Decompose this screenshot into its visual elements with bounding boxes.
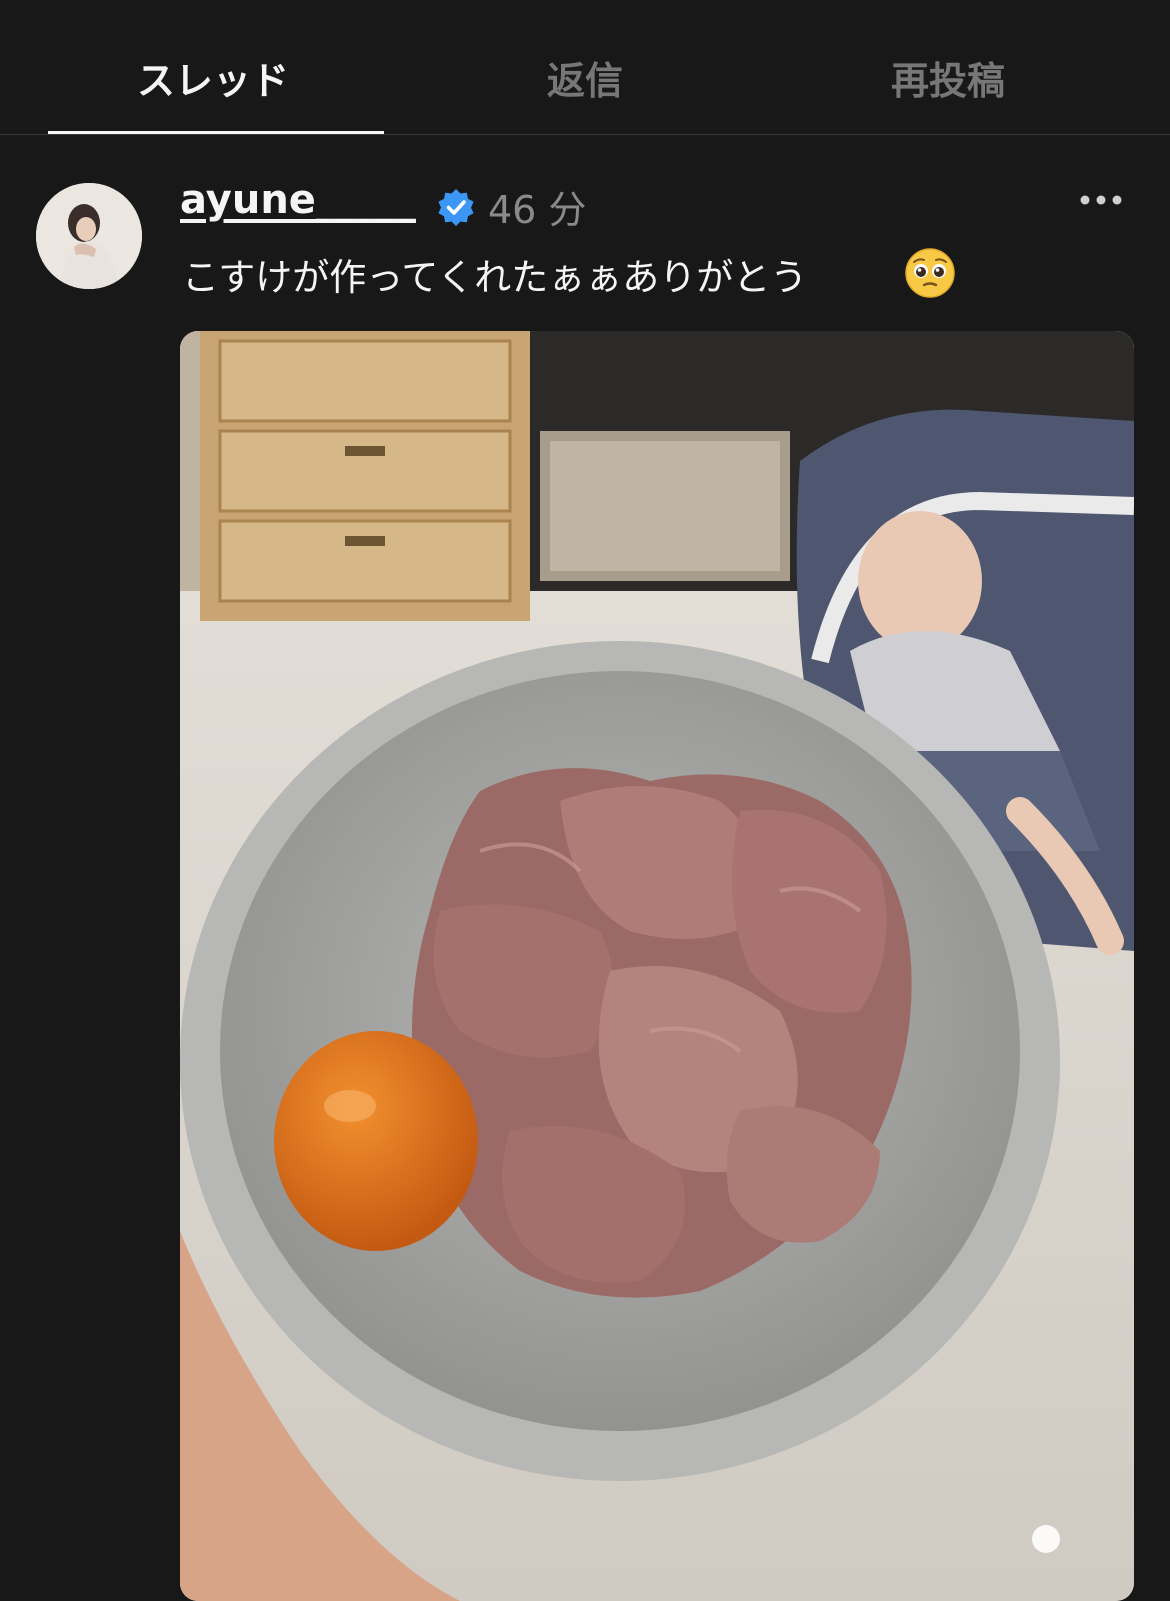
profile-tabs: スレッド 返信 再投稿 [0,0,1170,135]
post-caption: こすけが作ってくれたぁぁありがとう [182,256,808,299]
username[interactable]: ayune_____ [180,177,416,223]
post-time: 46 分 [488,188,587,232]
thread-post: ayune_____ 46 分 こすけが作ってくれたぁぁありがとう [0,135,1170,1601]
tab-replies[interactable]: 返信 [402,50,768,105]
photo-roast-beef-bowl [180,331,1134,1601]
active-tab-indicator [48,131,384,134]
avatar[interactable] [36,183,142,289]
tab-reposts[interactable]: 再投稿 [765,50,1131,105]
verified-badge-icon [438,189,474,226]
pleading-face-emoji-icon [905,248,955,298]
more-horizontal-icon[interactable] [1078,183,1124,217]
tab-threads[interactable]: スレッド [30,50,396,105]
post-photo[interactable] [180,331,1134,1601]
avatar-photo [36,183,142,289]
